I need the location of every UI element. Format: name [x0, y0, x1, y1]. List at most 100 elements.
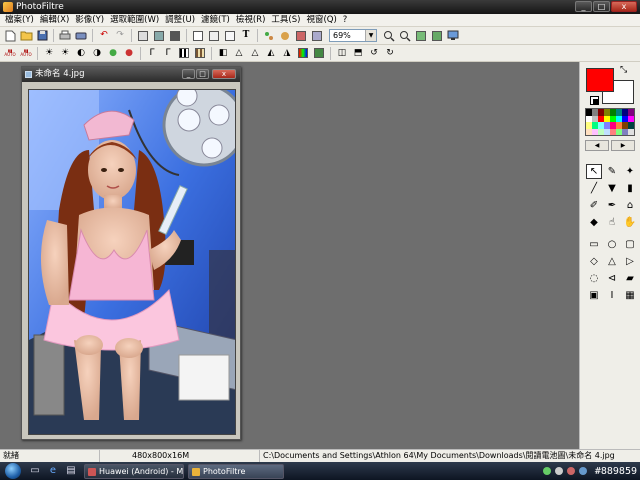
image-canvas[interactable] [28, 89, 236, 435]
open-shape-icon[interactable]: ▰ [622, 271, 638, 286]
menu-window[interactable]: 視窗(Q) [303, 14, 339, 26]
triangle-right-icon[interactable]: ▷ [622, 254, 638, 269]
tray-app-icon[interactable] [578, 467, 587, 475]
rectangle-icon[interactable]: ▭ [586, 237, 602, 252]
fit-window-icon[interactable] [430, 29, 444, 43]
zoom-select[interactable]: 69% ▼ [329, 29, 377, 42]
reset-colors-icon[interactable] [590, 96, 599, 105]
menu-help[interactable]: ? [340, 14, 351, 26]
scan-icon[interactable] [74, 29, 88, 43]
eyedropper-icon[interactable]: ✎ [604, 164, 620, 179]
quicklaunch-ie-icon[interactable]: e [46, 464, 60, 478]
minimize-button[interactable]: _ [575, 1, 592, 12]
color-balance-icon[interactable] [296, 46, 310, 60]
menu-image[interactable]: 影像(Y) [72, 14, 107, 26]
open-folder-icon[interactable] [19, 29, 33, 43]
contrast-up-icon[interactable]: ◑ [90, 46, 104, 60]
tray-network-icon[interactable] [542, 467, 551, 475]
color-swatch-grid[interactable] [585, 108, 635, 136]
saturation-down-icon[interactable]: ● [106, 46, 120, 60]
magic-wand-icon[interactable]: ✦ [622, 164, 638, 179]
stamp-icon[interactable]: ⌂ [622, 198, 638, 213]
smudge-icon[interactable]: ☝ [604, 215, 620, 230]
maximize-button[interactable]: □ [593, 1, 610, 12]
quicklaunch-desktop-icon[interactable]: ▭ [28, 464, 42, 478]
crop-icon[interactable] [136, 29, 150, 43]
menu-filter[interactable]: 濾鏡(T) [198, 14, 233, 26]
diamond-icon[interactable]: ◇ [586, 254, 602, 269]
save-icon[interactable] [35, 29, 49, 43]
palette-prev-button[interactable]: ◀ [585, 140, 609, 151]
menu-view[interactable]: 檢視(R) [233, 14, 269, 26]
image-size-icon[interactable] [152, 29, 166, 43]
zoom-in-icon[interactable] [382, 29, 396, 43]
fullscreen-icon[interactable] [310, 29, 324, 43]
rounded-rect-icon[interactable]: ▢ [622, 237, 638, 252]
menu-adjust[interactable]: 調整(U) [162, 14, 198, 26]
duplicate-icon[interactable] [223, 29, 237, 43]
flip-horizontal-icon[interactable]: ◫ [335, 46, 349, 60]
hand-icon[interactable]: ✋ [622, 215, 638, 230]
print-icon[interactable] [58, 29, 72, 43]
grayscale-icon[interactable] [177, 46, 191, 60]
saturation-up-icon[interactable]: ● [122, 46, 136, 60]
soften-icon[interactable]: ◭ [264, 46, 278, 60]
contrast-down-icon[interactable]: ◐ [74, 46, 88, 60]
start-button[interactable] [0, 462, 26, 480]
automation-icon[interactable] [262, 29, 276, 43]
fill-bucket-icon[interactable]: ▼ [604, 181, 620, 196]
menu-edit[interactable]: 編輯(X) [37, 14, 72, 26]
quicklaunch-folder-icon[interactable]: ▤ [64, 464, 78, 478]
monitor-icon[interactable] [446, 29, 460, 43]
flip-vertical-icon[interactable]: ⬒ [351, 46, 365, 60]
brightness-down-icon[interactable]: ☀ [42, 46, 56, 60]
paste-icon[interactable] [207, 29, 221, 43]
document-title-bar[interactable]: 未命名 4.jpg _ □ x [22, 67, 240, 82]
ellipse-icon[interactable]: ○ [604, 237, 620, 252]
swap-colors-icon[interactable]: ⤡ [620, 65, 627, 75]
triangle-icon[interactable]: △ [604, 254, 620, 269]
color-swatch[interactable] [628, 128, 634, 135]
selection-tool-icon[interactable]: ↖ [586, 164, 602, 179]
polygon-icon[interactable]: ⊲ [604, 271, 620, 286]
sharpen-icon[interactable]: △ [232, 46, 246, 60]
menu-tools[interactable]: 工具(S) [268, 14, 303, 26]
text-icon[interactable]: T [239, 29, 253, 43]
tray-security-icon[interactable] [566, 467, 575, 475]
blur-drop-icon[interactable]: ◆ [586, 215, 602, 230]
document-window[interactable]: 未命名 4.jpg _ □ x [21, 66, 241, 440]
brightness-up-icon[interactable]: ☀ [58, 46, 72, 60]
foreground-color[interactable] [586, 68, 614, 92]
menu-file[interactable]: 檔案(Y) [2, 14, 37, 26]
gamma-up-icon[interactable]: Γ [161, 46, 175, 60]
line-tool-icon[interactable]: ╱ [586, 181, 602, 196]
task-photofiltre[interactable]: PhotoFiltre [188, 463, 284, 479]
copy-icon[interactable] [191, 29, 205, 43]
close-button[interactable]: x [611, 1, 637, 12]
doc-close-button[interactable]: x [212, 69, 236, 79]
sharpen-more-icon[interactable]: △ [248, 46, 262, 60]
advanced-brush-icon[interactable]: ✒ [604, 198, 620, 213]
rotate-left-icon[interactable]: ↺ [367, 46, 381, 60]
lasso-icon[interactable]: ◌ [586, 271, 602, 286]
redo-icon[interactable]: ↷ [113, 29, 127, 43]
gamma-down-icon[interactable]: Γ [145, 46, 159, 60]
replace-color-icon[interactable] [312, 46, 326, 60]
doc-maximize-button[interactable]: □ [196, 69, 209, 79]
auto-contrast-button[interactable]: ▮▮ AUTO [19, 46, 33, 60]
plugin-icon[interactable] [278, 29, 292, 43]
spray-icon[interactable]: ▮ [622, 181, 638, 196]
soften-more-icon[interactable]: ◮ [280, 46, 294, 60]
explorer-icon[interactable] [294, 29, 308, 43]
palette-next-button[interactable]: ▶ [611, 140, 635, 151]
chevron-down-icon[interactable]: ▼ [365, 30, 376, 41]
text-mode-icon[interactable]: Ⅰ [604, 288, 620, 303]
auto-levels-button[interactable]: ▮▮ AUTO [3, 46, 17, 60]
sepia-icon[interactable] [193, 46, 207, 60]
canvas-size-icon[interactable] [168, 29, 182, 43]
tray-volume-icon[interactable] [554, 467, 563, 475]
new-file-icon[interactable] [3, 29, 17, 43]
rotate-right-icon[interactable]: ↻ [383, 46, 397, 60]
undo-icon[interactable]: ↶ [97, 29, 111, 43]
brush-icon[interactable]: ✐ [586, 198, 602, 213]
